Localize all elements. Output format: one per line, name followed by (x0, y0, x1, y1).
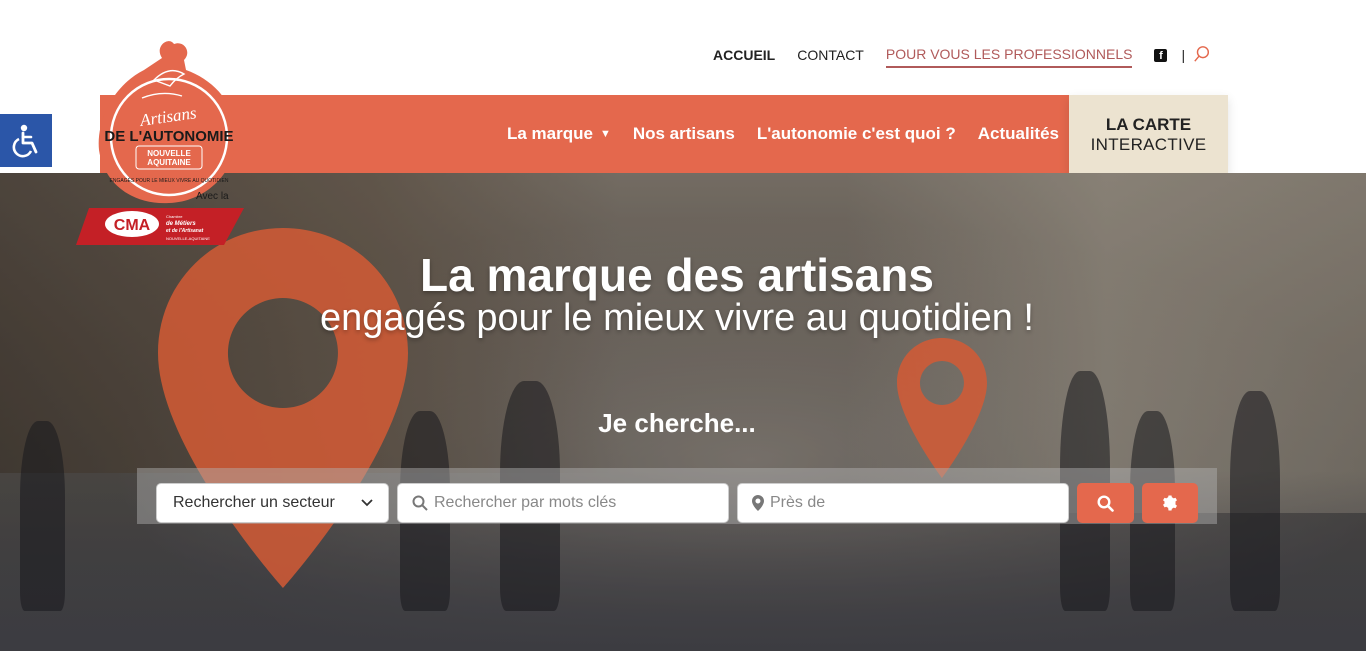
search-icon (1097, 494, 1114, 512)
carte-line2: INTERACTIVE (1090, 135, 1207, 154)
nav-la-marque[interactable]: La marque ▼ (507, 124, 611, 144)
top-nav: ACCUEIL CONTACT POUR VOUS LES PROFESSION… (713, 42, 1211, 68)
search-icon[interactable] (1193, 45, 1211, 66)
nav-contact[interactable]: CONTACT (797, 47, 864, 63)
logo-cma-line2: de Métiers (166, 221, 196, 227)
carte-interactive-button[interactable]: LA CARTE INTERACTIVE (1069, 95, 1228, 173)
wheelchair-icon (12, 124, 38, 157)
chevron-down-icon: ▼ (599, 128, 611, 140)
nav-autonomie[interactable]: L'autonomie c'est quoi ? (757, 124, 956, 144)
search-bar: Rechercher un secteur Rechercher par mot… (137, 468, 1217, 524)
logo-tagline: ENGAGÉS POUR LE MIEUX VIVRE AU QUOTIDIEN (110, 177, 229, 184)
sector-select[interactable]: Rechercher un secteur (156, 483, 389, 523)
nav-accueil[interactable]: ACCUEIL (713, 47, 775, 63)
logo-cma-region: NOUVELLE-AQUITAINE (166, 236, 210, 241)
keywords-placeholder: Rechercher par mots clés (434, 494, 617, 511)
logo-cma-line3: et de l'Artisanat (166, 228, 204, 234)
logo-cma: CMA (114, 217, 151, 234)
keywords-input[interactable]: Rechercher par mots clés (397, 483, 729, 523)
location-placeholder: Près de (770, 494, 826, 511)
search-icon (412, 495, 428, 511)
advanced-search-button[interactable] (1142, 483, 1198, 523)
chevron-down-icon (361, 499, 373, 507)
location-input[interactable]: Près de (737, 483, 1069, 523)
logo-line3: NOUVELLE (147, 149, 191, 158)
nav-autonomie-label: L'autonomie c'est quoi ? (756, 124, 956, 143)
nav-la-marque-label: La marque (506, 124, 593, 143)
carte-line1: LA CARTE (1105, 115, 1192, 134)
logo-cma-line1: Chambre (166, 214, 183, 219)
hero-title: La marque des artisans (420, 249, 934, 301)
location-pin-icon (752, 495, 764, 511)
nav-professionnels[interactable]: POUR VOUS LES PROFESSIONNELS (885, 46, 1133, 68)
hero-subtitle: engagés pour le mieux vivre au quotidien… (319, 297, 1034, 339)
nav-separator: | (1181, 47, 1186, 63)
search-button[interactable] (1077, 483, 1134, 523)
accessibility-button[interactable] (0, 114, 52, 167)
nav-nos-artisans[interactable]: Nos artisans (633, 124, 735, 144)
facebook-icon[interactable]: f (1154, 48, 1168, 62)
nav-nos-artisans-label: Nos artisans (632, 124, 735, 143)
nav-actualites[interactable]: Actualités (978, 124, 1059, 144)
brand-logo[interactable]: Artisans DE L'AUTONOMIE NOUVELLE AQUITAI… (74, 40, 249, 250)
logo-avec-la: Avec la (196, 191, 229, 202)
logo-line4: AQUITAINE (147, 158, 191, 167)
sector-select-value: Rechercher un secteur (173, 494, 335, 511)
search-heading: Je cherche... (598, 408, 756, 438)
nav-actualites-label: Actualités (977, 124, 1059, 143)
gear-icon (1163, 495, 1177, 511)
logo-line2: DE L'AUTONOMIE (104, 128, 233, 145)
